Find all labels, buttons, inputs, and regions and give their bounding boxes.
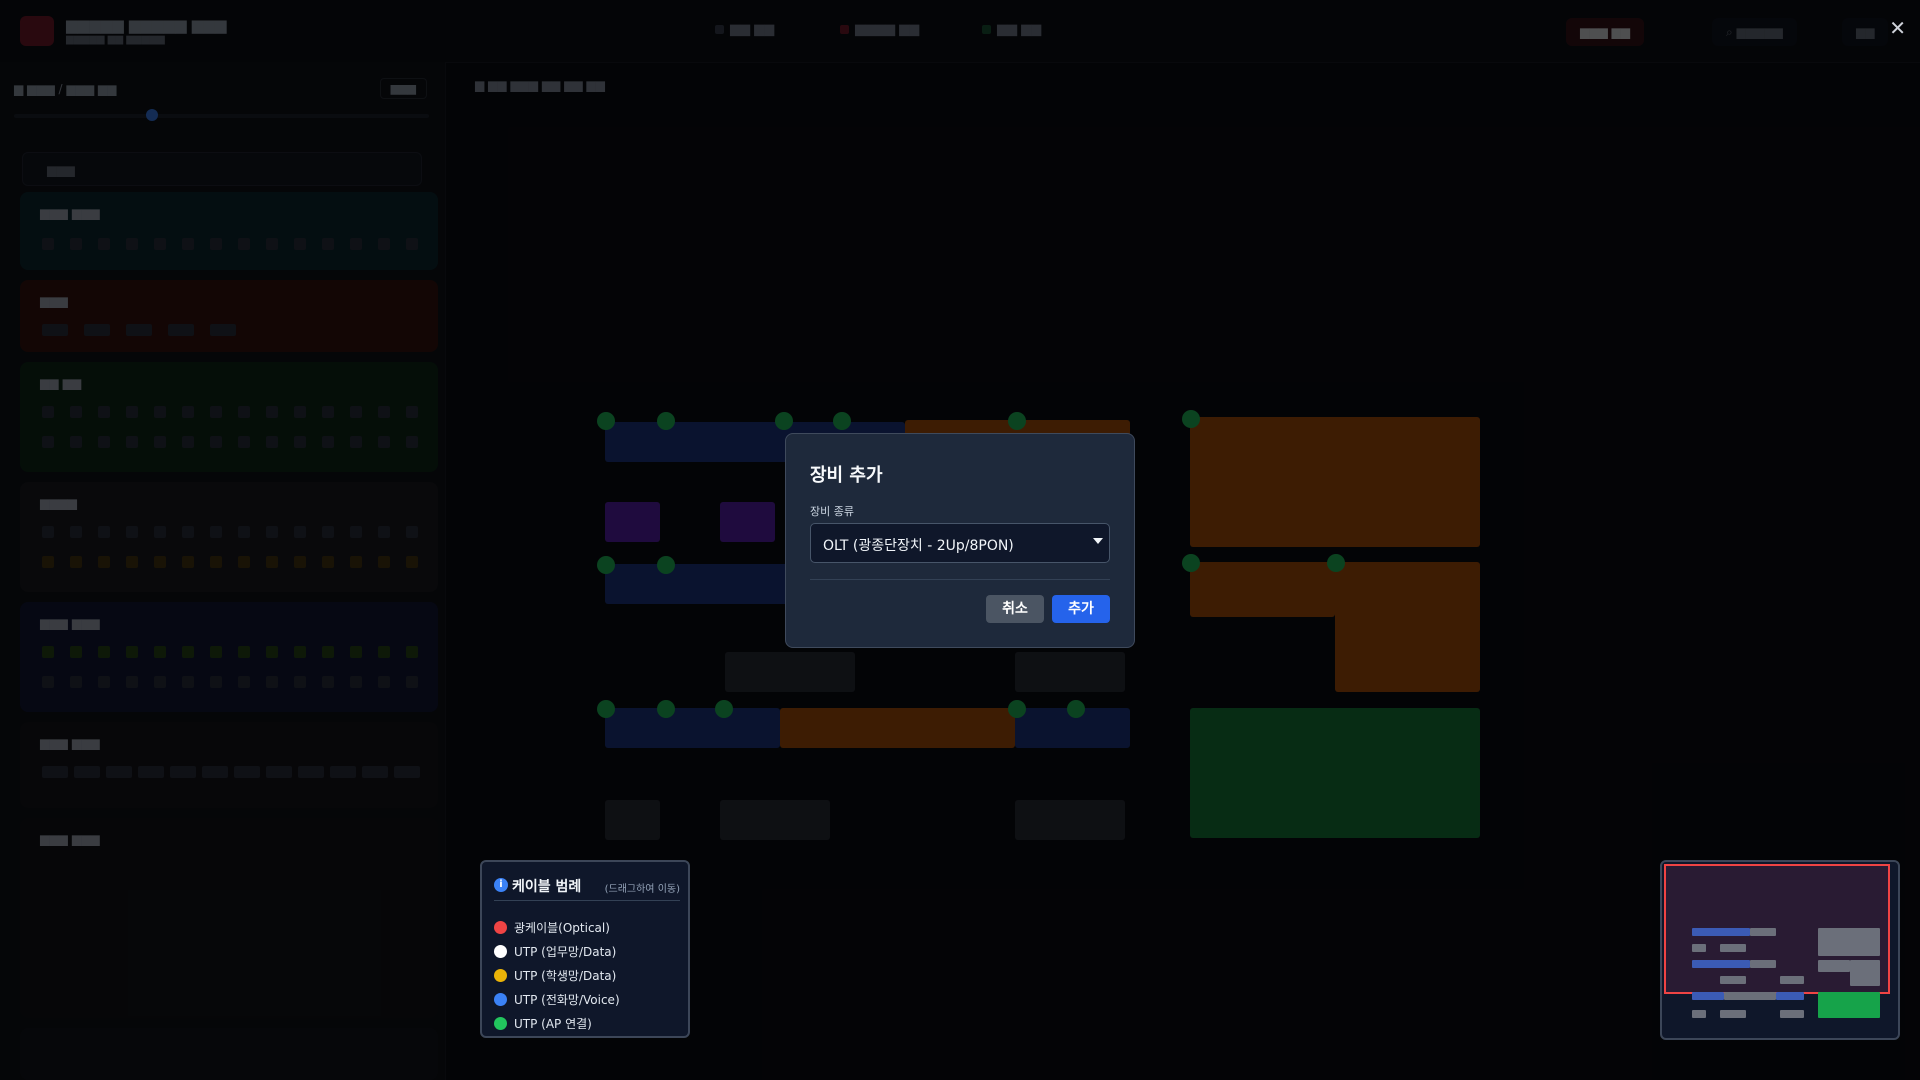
chevron-down-icon	[1093, 538, 1103, 544]
minimap-block	[1720, 944, 1746, 952]
dialog-divider	[810, 579, 1110, 580]
equipment-type-label: 장비 종류	[810, 505, 854, 518]
legend-color-dot	[494, 945, 507, 958]
equipment-type-value: OLT (광종단장치 - 2Up/8PON)	[823, 538, 1014, 554]
legend-item-label: 광케이블(Optical)	[514, 921, 610, 935]
minimap-block	[1724, 992, 1776, 1000]
legend-item-label: UTP (학생망/Data)	[514, 969, 617, 983]
close-icon[interactable]: ✕	[1889, 16, 1906, 40]
legend-color-dot	[494, 969, 507, 982]
legend-color-dot	[494, 921, 507, 934]
minimap-block	[1720, 1010, 1746, 1018]
add-equipment-dialog: 장비 추가 장비 종류 OLT (광종단장치 - 2Up/8PON) 취소 추가	[785, 433, 1135, 648]
legend-item-label: UTP (AP 연결)	[514, 1017, 592, 1031]
minimap-block	[1780, 1010, 1804, 1018]
add-button[interactable]: 추가	[1052, 595, 1110, 623]
legend-item-label: UTP (전화망/Voice)	[514, 993, 620, 1007]
minimap-block	[1818, 992, 1880, 1018]
legend-title: 케이블 범례	[512, 879, 582, 895]
minimap[interactable]	[1660, 860, 1900, 1040]
minimap-block	[1692, 992, 1724, 1000]
minimap-block	[1850, 960, 1880, 986]
dialog-title: 장비 추가	[810, 465, 883, 486]
minimap-block	[1750, 928, 1776, 936]
minimap-block	[1692, 1010, 1706, 1018]
legend-color-dot	[494, 993, 507, 1006]
legend-drag-hint: (드래그하여 이동)	[604, 884, 680, 895]
minimap-block	[1818, 928, 1880, 956]
minimap-block	[1720, 976, 1746, 984]
minimap-block	[1776, 992, 1804, 1000]
equipment-type-select[interactable]: OLT (광종단장치 - 2Up/8PON)	[810, 523, 1110, 563]
legend-color-dot	[494, 1017, 507, 1030]
cable-legend[interactable]: i 케이블 범례 (드래그하여 이동) 광케이블(Optical) UTP (업…	[480, 860, 690, 1038]
minimap-block	[1818, 960, 1850, 972]
legend-header[interactable]: i 케이블 범례 (드래그하여 이동)	[494, 874, 680, 901]
minimap-block	[1750, 960, 1776, 968]
minimap-block	[1692, 960, 1750, 968]
minimap-block	[1692, 944, 1706, 952]
cancel-button[interactable]: 취소	[986, 595, 1044, 623]
minimap-block	[1780, 976, 1804, 984]
info-icon: i	[494, 878, 508, 892]
minimap-block	[1692, 928, 1750, 936]
legend-item-label: UTP (업무망/Data)	[514, 945, 617, 959]
